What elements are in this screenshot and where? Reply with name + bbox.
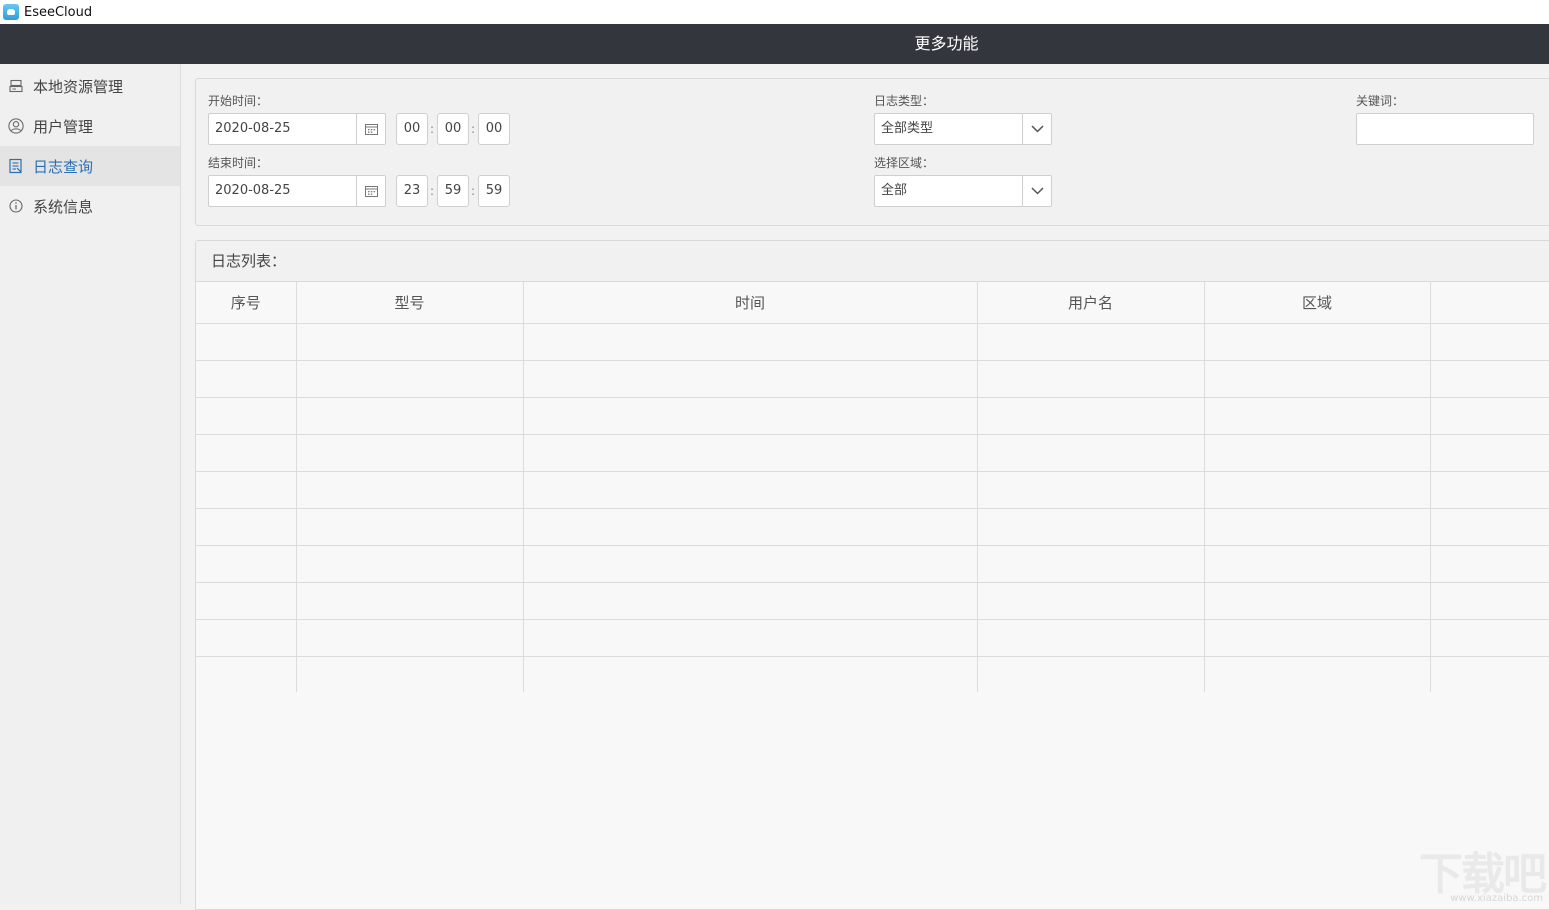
time-separator: :	[471, 122, 476, 136]
time-separator: :	[430, 184, 435, 198]
region-select[interactable]: 全部	[874, 175, 1052, 207]
page-header: 更多功能	[0, 24, 1549, 64]
sidebar-item-system-info[interactable]: 系统信息	[0, 186, 180, 226]
chevron-down-icon[interactable]	[1022, 176, 1051, 206]
end-minute-input[interactable]: 59	[437, 175, 469, 207]
start-hour-input[interactable]: 00	[396, 113, 428, 145]
table-row	[196, 508, 1549, 546]
sidebar-item-label: 用户管理	[33, 117, 94, 136]
region-label: 选择区域：	[874, 156, 935, 170]
sidebar-item-label: 日志查询	[33, 157, 94, 176]
sidebar-item-label: 系统信息	[33, 197, 94, 216]
column-header-time[interactable]: 时间	[523, 282, 978, 324]
end-hour-input[interactable]: 23	[396, 175, 428, 207]
log-icon	[8, 158, 24, 174]
end-date-value: 2020-08-25	[215, 183, 291, 198]
log-table-body	[196, 323, 1549, 692]
table-row	[196, 471, 1549, 509]
sidebar-item-local-resources[interactable]: 本地资源管理	[0, 66, 180, 106]
filter-panel: 开始时间： 2020-08-25 00 : 00 : 00 结束时间： 2020…	[195, 78, 1549, 226]
main-content: 开始时间： 2020-08-25 00 : 00 : 00 结束时间： 2020…	[181, 64, 1549, 910]
sidebar-item-log-query[interactable]: 日志查询	[0, 146, 180, 186]
column-header-model[interactable]: 型号	[296, 282, 524, 324]
start-date-field[interactable]: 2020-08-25	[208, 113, 386, 145]
sidebar-item-user-management[interactable]: 用户管理	[0, 106, 180, 146]
table-row	[196, 619, 1549, 657]
end-date-field[interactable]: 2020-08-25	[208, 175, 386, 207]
table-row	[196, 656, 1549, 692]
log-table: 序号 型号 时间 用户名 区域	[196, 282, 1549, 692]
start-second-input[interactable]: 00	[478, 113, 510, 145]
start-time-label: 开始时间：	[208, 94, 269, 108]
table-row	[196, 397, 1549, 435]
region-value: 全部	[881, 183, 908, 198]
column-header-extra[interactable]	[1430, 282, 1549, 324]
start-date-value: 2020-08-25	[215, 121, 291, 136]
sidebar-item-label: 本地资源管理	[33, 77, 124, 96]
start-minute-input[interactable]: 00	[437, 113, 469, 145]
calendar-icon[interactable]	[356, 114, 385, 144]
table-row	[196, 323, 1549, 361]
log-type-label: 日志类型：	[874, 94, 935, 108]
calendar-icon[interactable]	[356, 176, 385, 206]
log-list-title: 日志列表：	[196, 241, 1549, 282]
table-row	[196, 582, 1549, 620]
column-header-region[interactable]: 区域	[1204, 282, 1431, 324]
user-icon	[8, 118, 24, 134]
column-header-username[interactable]: 用户名	[977, 282, 1205, 324]
info-icon	[8, 198, 24, 214]
end-second-input[interactable]: 59	[478, 175, 510, 207]
table-row	[196, 434, 1549, 472]
keyword-label: 关键词：	[1356, 94, 1405, 108]
storage-icon	[8, 78, 24, 94]
log-list-panel: 日志列表： 序号 型号 时间 用户名 区域	[195, 240, 1549, 910]
app-title: EseeCloud	[24, 4, 93, 20]
table-row	[196, 360, 1549, 398]
app-logo-icon	[3, 4, 19, 20]
time-separator: :	[430, 122, 435, 136]
table-row	[196, 545, 1549, 583]
column-header-index[interactable]: 序号	[196, 282, 297, 324]
time-separator: :	[471, 184, 476, 198]
log-type-select[interactable]: 全部类型	[874, 113, 1052, 145]
watermark-url: www.xiazaiba.com	[1450, 893, 1543, 904]
table-header-row: 序号 型号 时间 用户名 区域	[196, 282, 1549, 324]
chevron-down-icon[interactable]	[1022, 114, 1051, 144]
end-time-label: 结束时间：	[208, 156, 269, 170]
sidebar: 本地资源管理 用户管理 日志查询 系统信息	[0, 64, 181, 904]
page-title: 更多功能	[914, 34, 979, 53]
keyword-input[interactable]	[1356, 113, 1534, 145]
log-type-value: 全部类型	[881, 121, 934, 136]
window-title-bar: EseeCloud	[0, 0, 1549, 24]
